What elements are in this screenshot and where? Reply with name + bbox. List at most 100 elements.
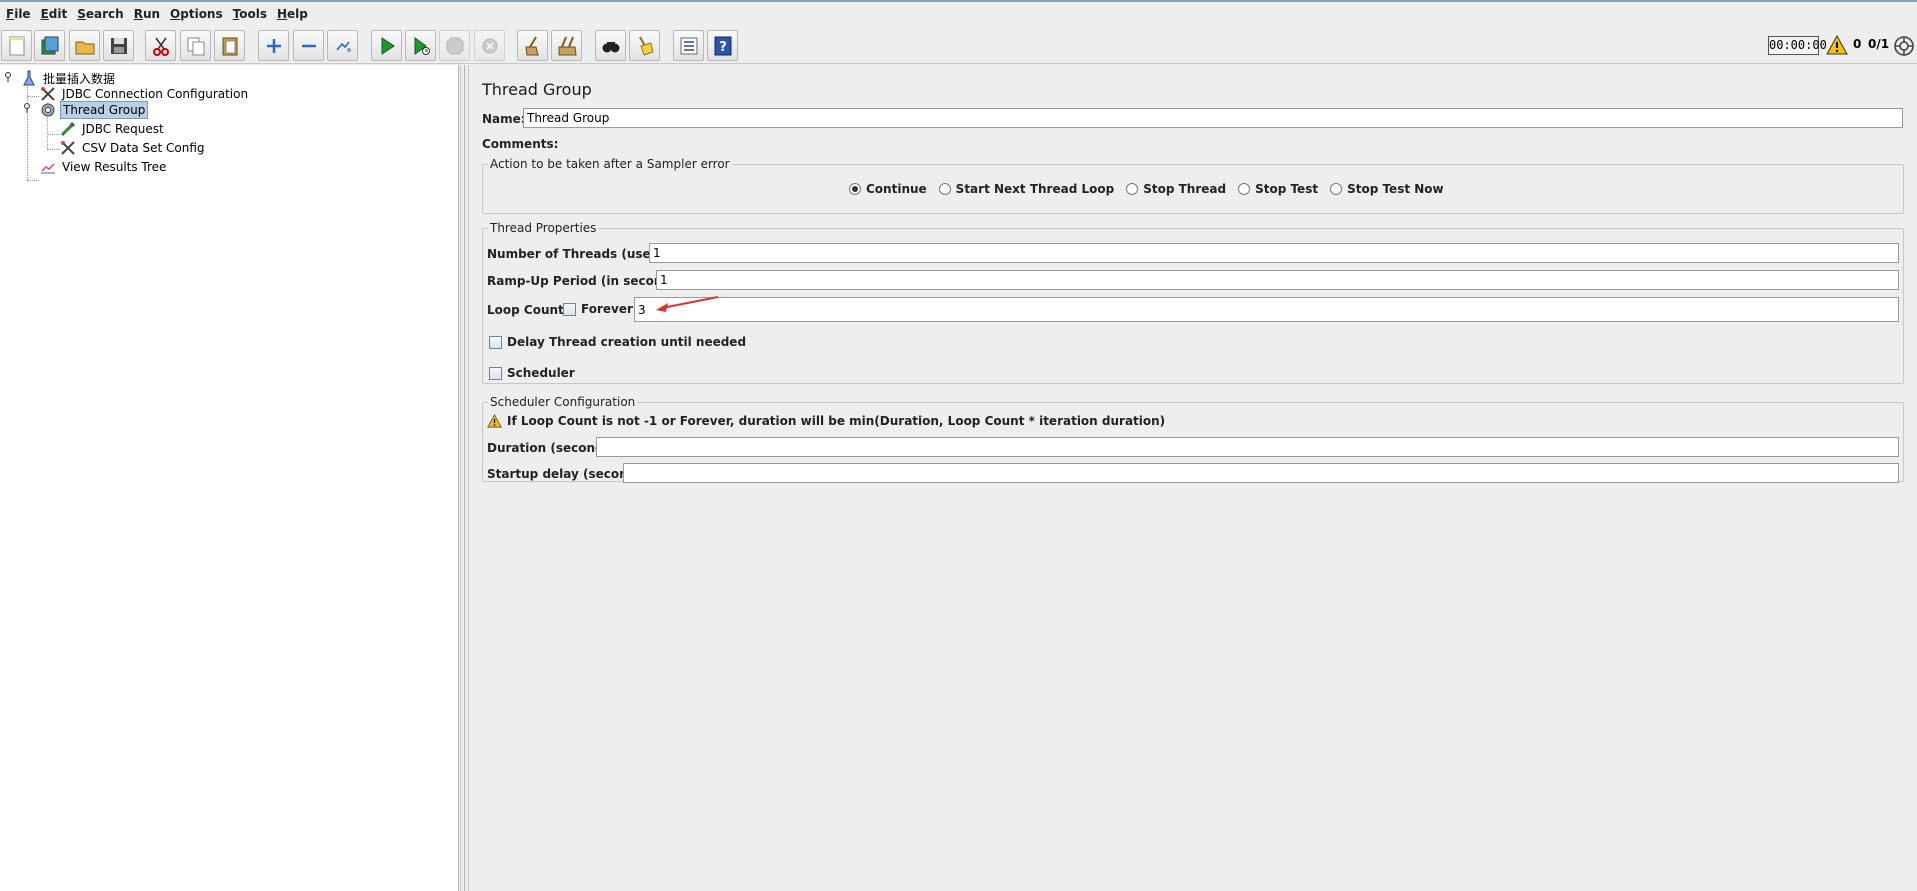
save-icon: [110, 37, 127, 54]
sampler-error-group: Action to be taken after a Sampler error…: [482, 157, 1904, 214]
threads-label: Number of Threads (users):: [487, 247, 675, 261]
comments-label: Comments:: [482, 137, 559, 151]
toggle-button[interactable]: [327, 30, 358, 61]
collapse-icon: [301, 44, 316, 47]
tree-item-label: Thread Group: [60, 101, 149, 119]
warning-icon: [487, 414, 502, 428]
tree-item-thread-group[interactable]: Thread Group: [39, 101, 149, 119]
root-expander-icon[interactable]: [4, 72, 14, 82]
templates-icon: [41, 36, 58, 54]
svg-text:?: ?: [719, 40, 727, 55]
collapse-all-button[interactable]: [293, 30, 324, 61]
forever-checkbox[interactable]: Forever: [563, 302, 633, 316]
name-input[interactable]: [523, 108, 1903, 128]
rampup-input[interactable]: [656, 270, 1899, 290]
elapsed-timer: 00:00:00: [1768, 36, 1827, 55]
open-icon: [75, 41, 94, 54]
radio-stop-thread[interactable]: Stop Thread: [1126, 182, 1226, 196]
menu-bar: File Edit Search Run Options Tools Help: [0, 0, 1917, 26]
loop-count-label: Loop Count:: [487, 303, 569, 317]
tree-item-csv-data-set[interactable]: CSV Data Set Config: [59, 139, 207, 157]
menu-edit[interactable]: Edit: [37, 7, 74, 21]
scheduler-config-title: Scheduler Configuration: [488, 395, 638, 409]
clear-all-button[interactable]: [551, 30, 582, 61]
function-helper-icon: [680, 37, 697, 54]
test-plan-tree[interactable]: 批量插入数据 JDBC Connection Configuration Thr…: [0, 65, 459, 891]
templates-button[interactable]: [34, 30, 65, 61]
stop-button[interactable]: [439, 30, 470, 61]
radio-continue[interactable]: Continue: [849, 182, 927, 196]
help-button[interactable]: ?: [707, 30, 738, 61]
cut-icon: [152, 37, 169, 56]
page-title: Thread Group: [482, 80, 592, 99]
pipette-icon: [59, 120, 77, 138]
radio-control: [1238, 183, 1251, 195]
stop-icon: [446, 37, 463, 54]
reset-search-icon: [638, 35, 654, 56]
thread-group-panel: Thread Group Name: Comments: Action to b…: [470, 65, 1917, 891]
radio-stop-test[interactable]: Stop Test: [1238, 182, 1318, 196]
checkbox-control: [563, 302, 576, 316]
delay-thread-checkbox[interactable]: Delay Thread creation until needed: [489, 335, 746, 349]
radio-control: [938, 183, 951, 195]
tree-item-label: View Results Tree: [62, 160, 167, 174]
thread-properties-title: Thread Properties: [488, 221, 599, 235]
remote-status-icon[interactable]: [1893, 35, 1915, 57]
toolbar: ? 00:00:00 0 0/1: [0, 28, 1917, 64]
error-count: 0: [1853, 37, 1862, 51]
function-helper-button[interactable]: [673, 30, 704, 61]
checkbox-control: [489, 335, 502, 349]
start-no-pause-icon: [414, 36, 430, 55]
expand-icon: [266, 38, 281, 53]
scheduler-checkbox[interactable]: Scheduler: [489, 366, 575, 380]
copy-icon: [187, 37, 204, 55]
open-button[interactable]: [69, 30, 100, 61]
copy-button[interactable]: [180, 30, 211, 61]
menu-run[interactable]: Run: [130, 7, 166, 21]
help-icon: ?: [714, 36, 731, 55]
menu-tools[interactable]: Tools: [229, 7, 273, 21]
sampler-error-title: Action to be taken after a Sampler error: [488, 157, 732, 171]
clear-icon: [524, 35, 539, 55]
sampler-error-options: Continue Start Next Thread Loop Stop Thr…: [849, 182, 1456, 196]
start-button[interactable]: [371, 30, 402, 61]
reset-search-button[interactable]: [629, 30, 660, 61]
start-icon: [381, 36, 395, 55]
warning-icon[interactable]: [1826, 35, 1848, 55]
search-icon: [602, 41, 619, 52]
menu-options[interactable]: Options: [166, 7, 229, 21]
tree-item-jdbc-request[interactable]: JDBC Request: [59, 120, 166, 138]
save-button[interactable]: [103, 30, 134, 61]
menu-help[interactable]: Help: [273, 7, 314, 21]
shutdown-icon: [482, 38, 497, 53]
cut-button[interactable]: [145, 30, 176, 61]
shutdown-button[interactable]: [474, 30, 505, 61]
search-button[interactable]: [595, 30, 626, 61]
tree-item-label: JDBC Request: [82, 122, 164, 136]
loop-count-input[interactable]: [634, 297, 1899, 322]
tree-item-label: CSV Data Set Config: [82, 141, 205, 155]
panel-splitter[interactable]: [460, 65, 469, 891]
menu-search[interactable]: Search: [73, 7, 129, 21]
scheduler-warning: If Loop Count is not -1 or Forever, dura…: [487, 414, 1165, 428]
thread-group-expander-icon[interactable]: [23, 103, 33, 113]
radio-control: [1330, 183, 1343, 195]
checkbox-control: [489, 366, 502, 380]
threads-input[interactable]: [649, 243, 1899, 263]
toggle-icon: [335, 41, 351, 52]
new-icon: [9, 36, 24, 55]
radio-stop-test-now[interactable]: Stop Test Now: [1330, 182, 1444, 196]
tree-item-label: JDBC Connection Configuration: [62, 87, 249, 101]
wrench-icon: [59, 139, 77, 157]
startup-delay-input[interactable]: [623, 463, 1899, 483]
paste-button[interactable]: [214, 30, 245, 61]
tree-item-view-results-tree[interactable]: View Results Tree: [39, 158, 168, 176]
expand-all-button[interactable]: [258, 30, 289, 61]
clear-button[interactable]: [517, 30, 548, 61]
radio-start-next-thread-loop[interactable]: Start Next Thread Loop: [938, 182, 1114, 196]
start-no-pauses-button[interactable]: [405, 30, 436, 61]
new-button[interactable]: [1, 30, 32, 61]
menu-file[interactable]: File: [2, 7, 37, 21]
duration-input[interactable]: [596, 437, 1899, 457]
test-plan-icon: [20, 69, 38, 87]
